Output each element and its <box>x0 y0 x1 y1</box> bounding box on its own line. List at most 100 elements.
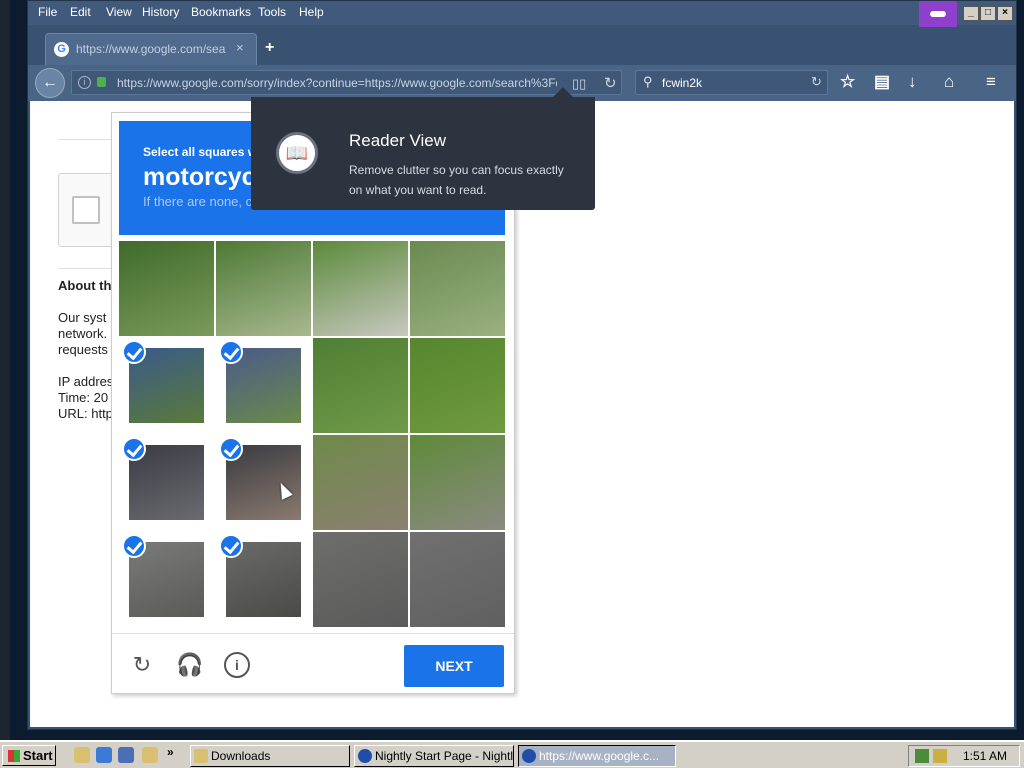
system-tray: 1:51 AM <box>908 745 1020 767</box>
captcha-tile[interactable] <box>119 435 214 530</box>
image-grid <box>119 241 505 627</box>
captcha-tile[interactable] <box>216 435 311 530</box>
search-bar[interactable]: ⚲ fcwin2k ↻ <box>635 70 828 95</box>
maximize-button[interactable]: □ <box>980 6 996 21</box>
reader-view-icon[interactable]: ▯▯ <box>572 76 586 92</box>
close-window-button[interactable]: × <box>997 6 1013 21</box>
tab-title: https://www.google.com/sea <box>76 42 226 56</box>
checkmark-icon <box>122 437 146 461</box>
challenge-footer: ↻ 🎧 i NEXT <box>112 633 514 695</box>
task-downloads[interactable]: Downloads <box>190 745 350 767</box>
checkmark-icon <box>122 534 146 558</box>
navigation-bar: ← i https://www.google.com/sorry/index?c… <box>28 65 1016 101</box>
captcha-tile[interactable] <box>313 241 408 336</box>
checkmark-icon <box>219 534 243 558</box>
nightly-icon <box>358 749 372 763</box>
popup-description: Remove clutter so you can focus exactly … <box>349 163 564 197</box>
divider <box>58 139 118 140</box>
audio-challenge-icon[interactable]: 🎧 <box>176 652 203 678</box>
tab-google[interactable]: G https://www.google.com/sea × <box>45 33 257 65</box>
menu-edit[interactable]: Edit <box>70 5 91 19</box>
tile-image <box>410 435 505 530</box>
tile-image <box>410 241 505 336</box>
ip-address-line: IP addres <box>58 374 114 389</box>
menu-view[interactable]: View <box>106 5 132 19</box>
menu-help[interactable]: Help <box>299 5 324 19</box>
tile-image <box>313 338 408 433</box>
volume-tray-icon[interactable] <box>933 749 947 763</box>
browser-window: File Edit View History Bookmarks Tools H… <box>27 0 1017 730</box>
menu-bookmarks[interactable]: Bookmarks <box>191 5 251 19</box>
checkmark-icon <box>219 340 243 364</box>
menu-file[interactable]: File <box>38 5 57 19</box>
captcha-tile[interactable] <box>410 532 505 627</box>
captcha-tile[interactable] <box>119 532 214 627</box>
captcha-tile[interactable] <box>119 338 214 433</box>
checkmark-icon <box>219 437 243 461</box>
tile-image <box>410 338 505 433</box>
tab-close-icon[interactable]: × <box>236 40 244 55</box>
start-button[interactable]: Start <box>2 745 56 766</box>
downloads-icon[interactable]: ↓ <box>908 72 917 92</box>
explanation-line: requests <box>58 342 108 357</box>
reload-challenge-icon[interactable]: ↻ <box>129 652 155 678</box>
next-button[interactable]: NEXT <box>404 645 504 687</box>
search-input[interactable]: fcwin2k <box>662 76 702 90</box>
task-google[interactable]: https://www.google.c... <box>518 745 676 767</box>
task-label: Downloads <box>211 749 271 763</box>
clock: 1:51 AM <box>962 749 1007 763</box>
tile-image <box>216 241 311 336</box>
captcha-tile[interactable] <box>216 338 311 433</box>
captcha-tile[interactable] <box>313 338 408 433</box>
taskbar: Start » Downloads Nightly Start Page - N… <box>0 740 1024 768</box>
lock-icon <box>97 77 106 87</box>
minimize-button[interactable]: _ <box>963 6 979 21</box>
url-bar[interactable]: i https://www.google.com/sorry/index?con… <box>71 70 622 95</box>
tile-image <box>313 532 408 627</box>
captcha-tile[interactable] <box>410 241 505 336</box>
divider <box>58 268 118 269</box>
checkmark-icon <box>122 340 146 364</box>
url-text[interactable]: https://www.google.com/sorry/index?conti… <box>117 76 557 90</box>
library-icon[interactable]: ▤ <box>874 72 890 92</box>
back-button[interactable]: ← <box>35 68 65 98</box>
task-label: https://www.google.c... <box>539 749 660 763</box>
captcha-tile[interactable] <box>313 532 408 627</box>
bookmark-star-icon[interactable]: ☆ <box>840 72 855 92</box>
search-go-icon[interactable]: ↻ <box>811 74 822 90</box>
captcha-tile[interactable] <box>410 338 505 433</box>
quicklaunch-overflow-icon[interactable]: » <box>167 745 183 761</box>
recaptcha-checkbox[interactable] <box>72 196 100 224</box>
site-info-icon[interactable]: i <box>78 76 91 89</box>
captcha-tile[interactable] <box>119 241 214 336</box>
task-nightly-start[interactable]: Nightly Start Page - Nightly <box>354 745 514 767</box>
captcha-tile[interactable] <box>216 241 311 336</box>
menu-bar: File Edit View History Bookmarks Tools H… <box>28 1 1016 27</box>
menu-history[interactable]: History <box>142 5 179 19</box>
url-line: URL: http <box>58 406 113 421</box>
tile-image <box>313 241 408 336</box>
tile-image <box>410 532 505 627</box>
new-tab-button[interactable]: + <box>265 39 274 57</box>
about-heading: About th <box>58 278 112 293</box>
captcha-tile[interactable] <box>216 532 311 627</box>
task-label: Nightly Start Page - Nightly <box>375 749 514 763</box>
outlook-quicklaunch-icon[interactable] <box>118 747 134 763</box>
reload-icon[interactable]: ↻ <box>604 74 617 92</box>
home-icon[interactable]: ⌂ <box>944 72 954 92</box>
tile-image <box>119 241 214 336</box>
network-tray-icon[interactable] <box>915 749 929 763</box>
google-favicon-icon: G <box>54 42 69 57</box>
reader-view-icon: 📖 <box>276 132 318 174</box>
info-icon[interactable]: i <box>224 652 250 678</box>
explorer-quicklaunch-icon[interactable] <box>142 747 158 763</box>
tab-strip: G https://www.google.com/sea × + <box>28 25 1016 65</box>
ie-quicklaunch-icon[interactable] <box>96 747 112 763</box>
nightly-icon <box>522 749 536 763</box>
desktop-quicklaunch-icon[interactable] <box>74 747 90 763</box>
menu-tools[interactable]: Tools <box>258 5 286 19</box>
captcha-tile[interactable] <box>313 435 408 530</box>
captcha-tile[interactable] <box>410 435 505 530</box>
menu-hamburger-icon[interactable]: ≡ <box>986 72 996 92</box>
folder-icon <box>194 749 208 763</box>
